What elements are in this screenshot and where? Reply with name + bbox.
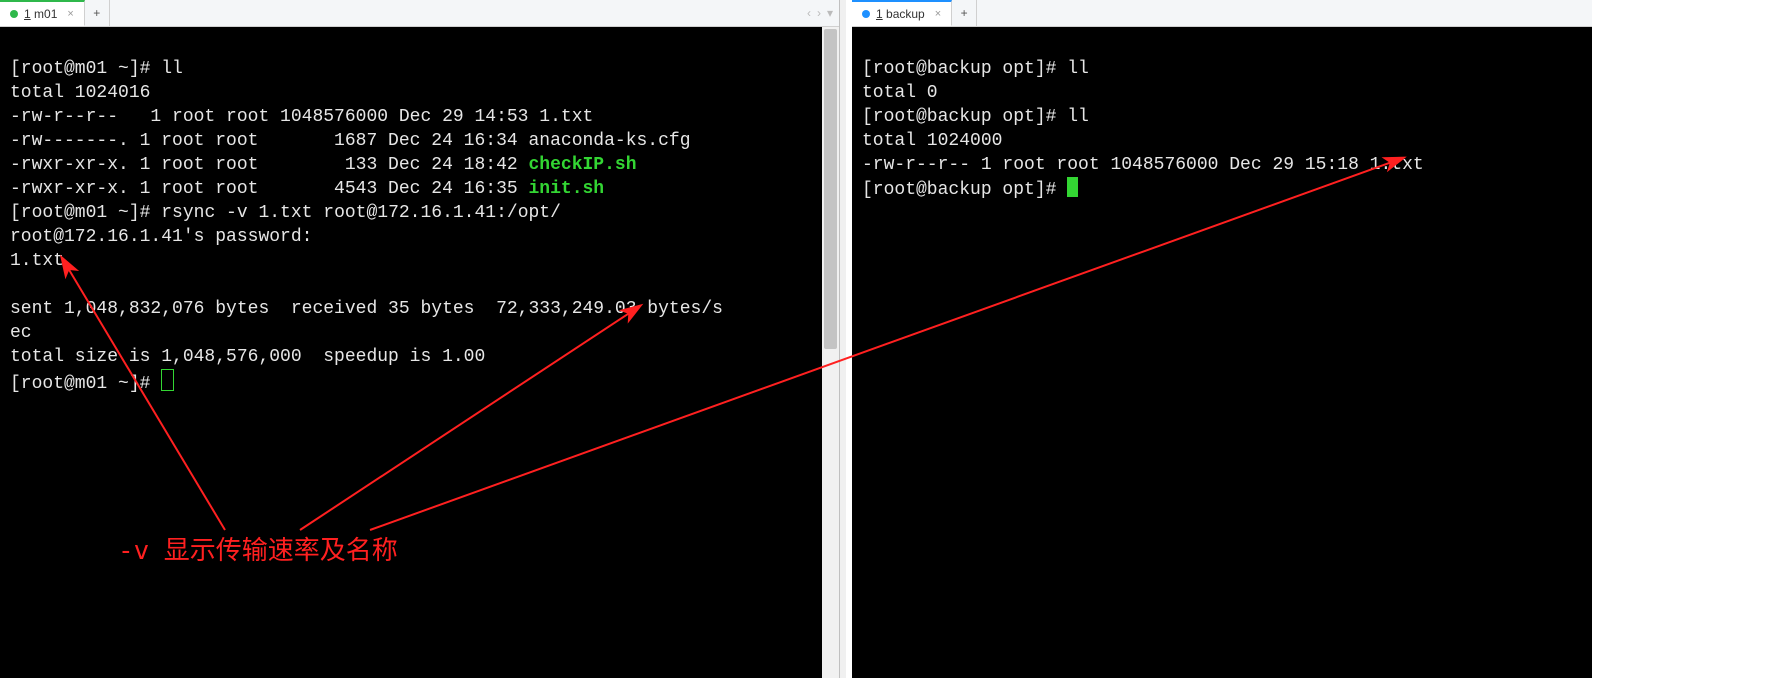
new-tab-button[interactable]: + bbox=[952, 0, 977, 26]
prompt: [root@backup opt]# bbox=[862, 180, 1067, 200]
status-dot-icon bbox=[862, 10, 870, 18]
new-tab-button[interactable]: + bbox=[85, 0, 110, 26]
terminal-left[interactable]: [root@m01 ~]# ll total 1024016 -rw-r--r-… bbox=[0, 27, 839, 678]
pane-right: 1 backup × + [root@backup opt]# ll total… bbox=[852, 0, 1592, 678]
output-line: sent 1,048,832,076 bytes received 35 byt… bbox=[10, 299, 723, 319]
tabbar-right: 1 backup × + bbox=[852, 0, 1592, 27]
output-line: root@172.16.1.41's password: bbox=[10, 227, 312, 247]
cmd: ll bbox=[1067, 107, 1089, 127]
prompt: [root@backup opt]# bbox=[862, 59, 1067, 79]
output-line: ec bbox=[10, 323, 32, 343]
tabbar-left: 1 m01 × + ‹ › ▾ bbox=[0, 0, 839, 27]
output-line: total 1024000 bbox=[862, 131, 1002, 151]
nav-right-icon[interactable]: › bbox=[817, 6, 821, 20]
file-exec: init.sh bbox=[528, 179, 604, 199]
prompt: [root@backup opt]# bbox=[862, 107, 1067, 127]
scrollbar-thumb[interactable] bbox=[824, 29, 837, 349]
tab-label: 1 backup bbox=[876, 7, 925, 21]
prompt: [root@m01 ~]# bbox=[10, 59, 161, 79]
cmd: ll bbox=[161, 59, 183, 79]
cursor-icon bbox=[161, 369, 174, 391]
output-line: total 1024016 bbox=[10, 83, 150, 103]
output-line: 1.txt bbox=[10, 251, 64, 271]
output-line: total size is 1,048,576,000 speedup is 1… bbox=[10, 347, 485, 367]
output-line: total 0 bbox=[862, 83, 938, 103]
close-icon[interactable]: × bbox=[67, 8, 73, 20]
output-line: -rw-r--r-- 1 root root 1048576000 Dec 29… bbox=[862, 155, 1424, 175]
file-exec: checkIP.sh bbox=[528, 155, 636, 175]
status-dot-icon bbox=[10, 10, 18, 18]
output-line: -rwxr-xr-x. 1 root root 133 Dec 24 18:42 bbox=[10, 155, 528, 175]
tab-nav: ‹ › ▾ bbox=[801, 0, 839, 26]
tab-backup[interactable]: 1 backup × bbox=[852, 0, 952, 26]
output-line: -rw-r--r-- 1 root root 1048576000 Dec 29… bbox=[10, 107, 593, 127]
app-root: 1 m01 × + ‹ › ▾ [root@m01 ~]# ll total 1… bbox=[0, 0, 1787, 678]
terminal-right[interactable]: [root@backup opt]# ll total 0 [root@back… bbox=[852, 27, 1592, 678]
cursor-icon bbox=[1067, 177, 1078, 197]
pane-left: 1 m01 × + ‹ › ▾ [root@m01 ~]# ll total 1… bbox=[0, 0, 840, 678]
output-line: -rwxr-xr-x. 1 root root 4543 Dec 24 16:3… bbox=[10, 179, 528, 199]
nav-left-icon[interactable]: ‹ bbox=[807, 6, 811, 20]
tab-m01[interactable]: 1 m01 × bbox=[0, 0, 85, 26]
scrollbar[interactable] bbox=[822, 27, 839, 678]
tab-label: 1 m01 bbox=[24, 7, 57, 21]
close-icon[interactable]: × bbox=[935, 8, 941, 20]
nav-menu-icon[interactable]: ▾ bbox=[827, 6, 833, 20]
cmd: ll bbox=[1067, 59, 1089, 79]
prompt: [root@m01 ~]# bbox=[10, 374, 161, 394]
pane-divider[interactable] bbox=[840, 0, 846, 678]
output-line: -rw-------. 1 root root 1687 Dec 24 16:3… bbox=[10, 131, 691, 151]
cmd: rsync -v 1.txt root@172.16.1.41:/opt/ bbox=[161, 203, 561, 223]
prompt: [root@m01 ~]# bbox=[10, 203, 161, 223]
